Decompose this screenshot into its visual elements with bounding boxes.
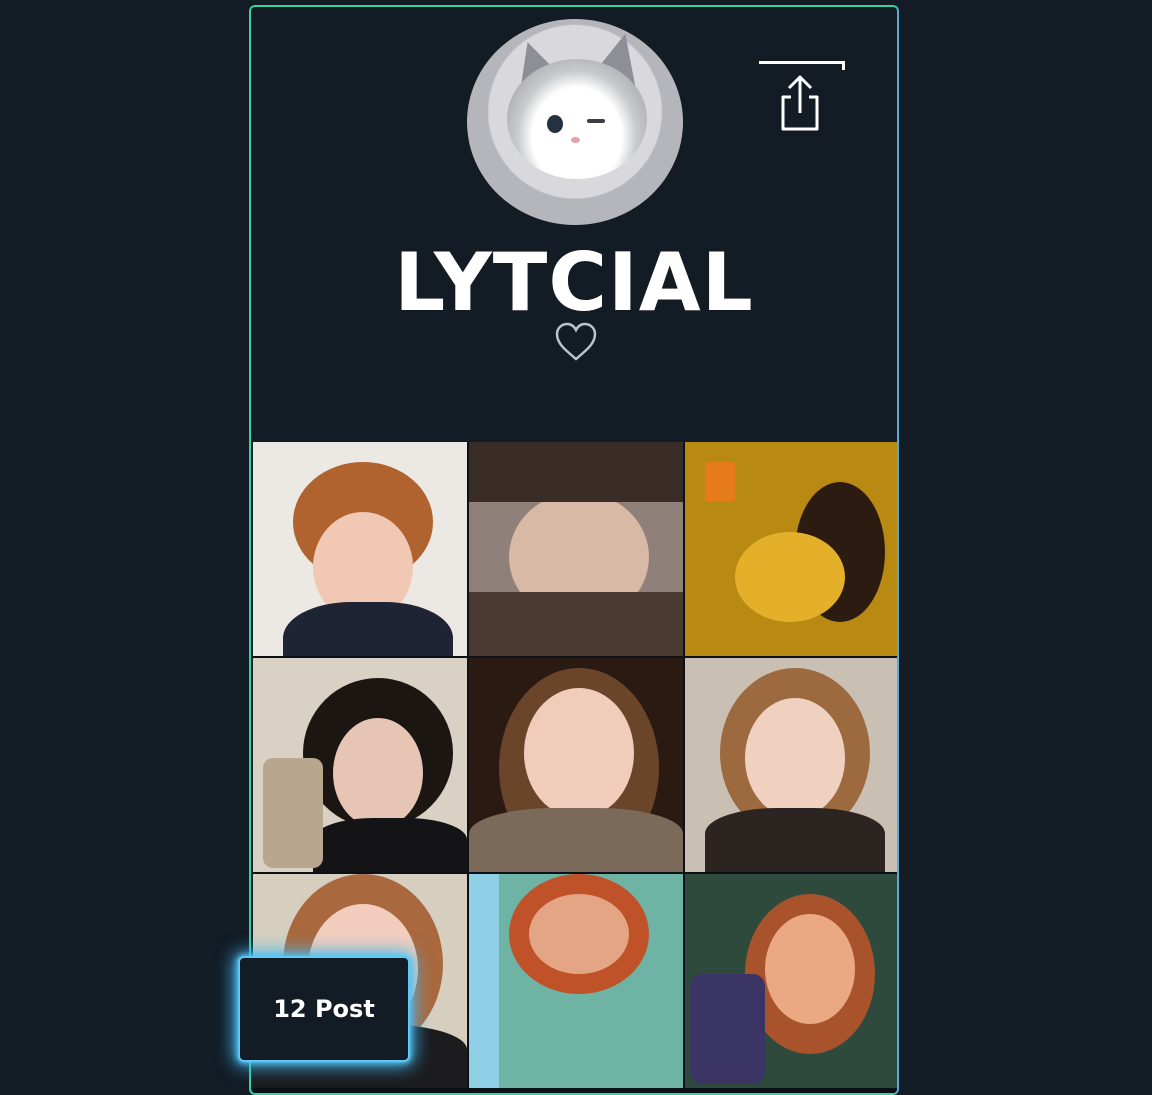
photo-tile[interactable] bbox=[469, 874, 683, 1088]
share-button[interactable] bbox=[759, 61, 849, 141]
photo-tile[interactable] bbox=[685, 442, 897, 656]
photo-tile[interactable] bbox=[253, 442, 467, 656]
profile-card: LYTCIAL bbox=[249, 5, 899, 1095]
photo-tile[interactable] bbox=[685, 874, 897, 1088]
post-count-badge[interactable]: 12 Post bbox=[238, 956, 410, 1062]
share-underline bbox=[759, 61, 845, 64]
heart-icon[interactable] bbox=[554, 321, 598, 363]
photo-tile[interactable] bbox=[253, 658, 467, 872]
photo-tile[interactable] bbox=[469, 442, 683, 656]
photo-tile[interactable] bbox=[469, 658, 683, 872]
share-icon bbox=[781, 75, 819, 131]
photo-tile[interactable] bbox=[685, 658, 897, 872]
profile-avatar[interactable] bbox=[467, 19, 683, 225]
profile-username: LYTCIAL bbox=[394, 236, 754, 329]
